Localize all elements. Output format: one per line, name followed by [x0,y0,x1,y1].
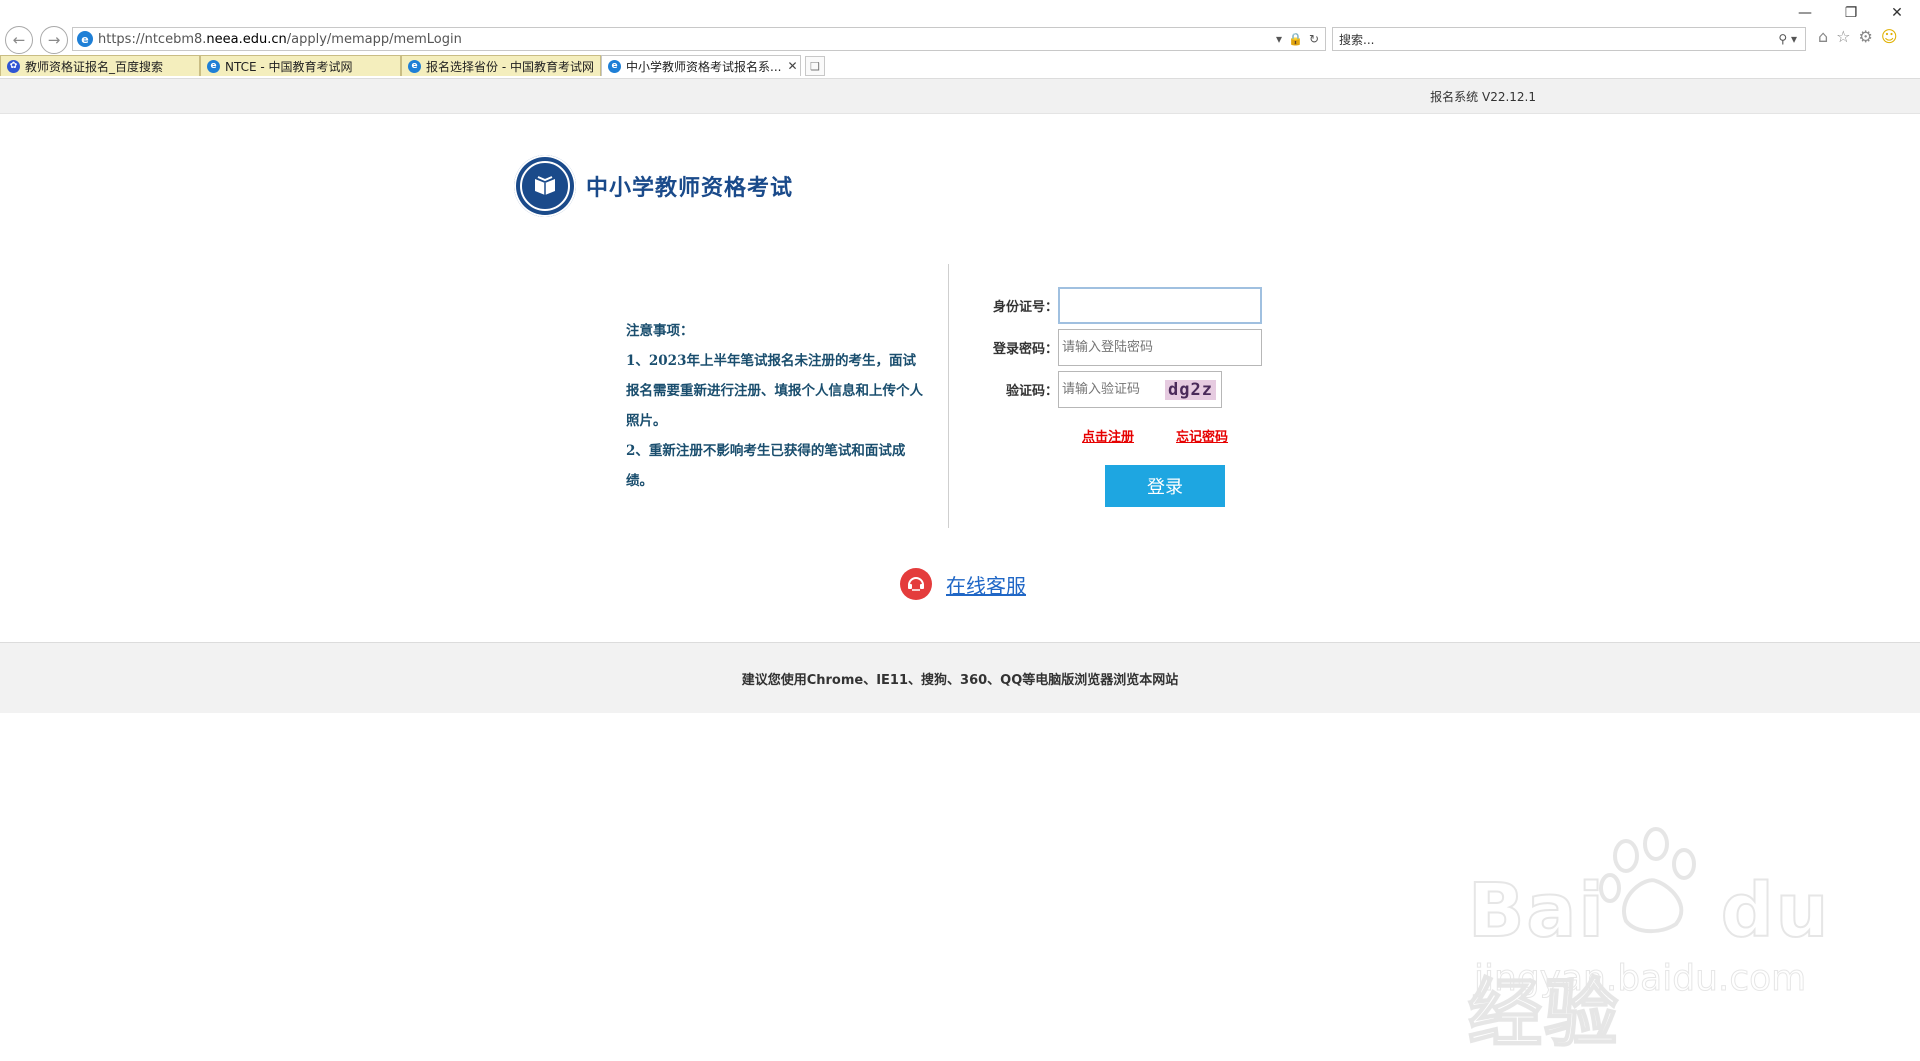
browser-search-box[interactable]: 搜索... ⚲ ▾ [1332,27,1806,51]
minimize-icon[interactable]: — [1782,0,1828,26]
site-title: 中小学教师资格考试 [586,176,794,201]
close-tab-icon[interactable]: ✕ [781,59,797,73]
tab-label: 报名选择省份 - 中国教育考试网 [426,59,594,74]
notice-item: 1、2023年上半年笔试报名未注册的考生，面试报名需要重新进行注册、填报个人信息… [626,353,923,429]
id-number-row: 身份证号： [980,287,1262,324]
ie-page-icon: e [608,59,621,73]
back-button[interactable]: ← [5,26,33,54]
arrow-left-icon: ← [12,31,26,49]
toolbar-icons: ⌂ ☆ ⚙ ☺ [1818,27,1898,46]
notice-item: 2、重新注册不影响考生已获得的笔试和面试成绩。 [626,443,906,489]
captcha-text: dg2z [1165,379,1216,400]
ie-page-icon: e [77,31,93,47]
tab-label: NTCE - 中国教育考试网 [225,59,353,74]
address-bar[interactable]: e https://ntcebm8.neea.edu.cn/apply/mema… [72,27,1326,51]
tab-row: ✿ 教师资格证报名_百度搜索 e NTCE - 中国教育考试网 e 报名选择省份… [0,55,825,77]
url-path: /apply/memapp/memLogin [286,31,462,47]
feedback-smiley-icon[interactable]: ☺ [1881,27,1898,46]
lock-icon[interactable]: 🔒 [1288,32,1303,46]
tab-label: 中小学教师资格考试报名系... [626,59,782,74]
new-tab-button[interactable]: ❑ [805,56,825,76]
new-tab-icon: ❑ [810,59,820,73]
close-window-icon[interactable]: ✕ [1874,0,1920,26]
refresh-icon[interactable]: ↻ [1309,32,1319,46]
tab-select-province[interactable]: e 报名选择省份 - 中国教育考试网 [401,55,601,76]
watermark-url: jingyan.baidu.com [1473,958,1807,1000]
vertical-divider [948,264,949,528]
captcha-image[interactable]: dg2z [1160,371,1222,408]
notice-heading: 注意事项： [626,323,694,339]
dropdown-icon[interactable]: ▾ [1276,32,1282,46]
tab-ntce-registration[interactable]: e 中小学教师资格考试报名系... ✕ [601,55,801,76]
password-label: 登录密码： [992,342,1058,357]
tab-baidu-search[interactable]: ✿ 教师资格证报名_百度搜索 [0,55,200,76]
register-link[interactable]: 点击注册 [1082,426,1134,445]
footer: 建议您使用Chrome、IE11、搜狗、360、QQ等电脑版浏览器浏览本网站 [0,642,1920,713]
gear-icon[interactable]: ⚙ [1859,27,1873,46]
url-domain: neea.edu.cn [206,31,287,47]
forward-button[interactable]: → [40,26,68,54]
captcha-input[interactable] [1058,371,1160,408]
home-icon[interactable]: ⌂ [1818,27,1828,46]
captcha-label: 验证码： [1005,384,1058,399]
restore-icon[interactable]: ❐ [1828,0,1874,26]
favorites-star-icon[interactable]: ☆ [1836,27,1850,46]
tab-label: 教师资格证报名_百度搜索 [25,59,164,74]
system-version: 报名系统 V22.12.1 [1430,90,1536,104]
captcha-row: 验证码： dg2z [980,371,1222,408]
search-placeholder: 搜索... [1339,32,1375,47]
login-button[interactable]: 登录 [1105,465,1225,507]
tab-ntce[interactable]: e NTCE - 中国教育考试网 [200,55,401,76]
browser-recommendation: 建议您使用Chrome、IE11、搜狗、360、QQ等电脑版浏览器浏览本网站 [741,673,1179,688]
id-number-label: 身份证号： [992,300,1058,315]
url-text[interactable]: https://ntcebm8.neea.edu.cn/apply/memapp… [98,32,1276,47]
password-input[interactable] [1058,329,1262,366]
baidu-paw-icon: ✿ [7,59,20,73]
search-icon[interactable]: ⚲ ▾ [1778,32,1805,46]
notice-panel: 注意事项： 1、2023年上半年笔试报名未注册的考生，面试报名需要重新进行注册、… [626,316,928,496]
browser-chrome: — ❐ ✕ ← → e https://ntcebm8.neea.edu.cn/… [0,0,1920,79]
password-row: 登录密码： [980,329,1262,366]
ie-page-icon: e [207,59,220,73]
online-service-link[interactable]: 在线客服 [946,570,1026,599]
arrow-right-icon: → [47,31,61,49]
window-controls: — ❐ ✕ [1782,0,1920,26]
version-bar: 报名系统 V22.12.1 [0,79,1920,114]
address-tools: ▾ 🔒 ↻ [1276,32,1325,46]
customer-service-icon[interactable] [900,568,932,600]
ie-page-icon: e [408,59,421,73]
baidu-jingyan-watermark: Bai du 经验 jingyan.baidu.com [1467,826,1848,1058]
site-logo-area: 中小学教师资格考试 [514,155,793,217]
id-number-input[interactable] [1058,287,1262,324]
ntce-seal-logo [514,155,576,217]
online-service[interactable]: 在线客服 [900,568,1026,600]
url-prefix: https://ntcebm8. [98,31,207,47]
forgot-password-link[interactable]: 忘记密码 [1176,426,1228,445]
